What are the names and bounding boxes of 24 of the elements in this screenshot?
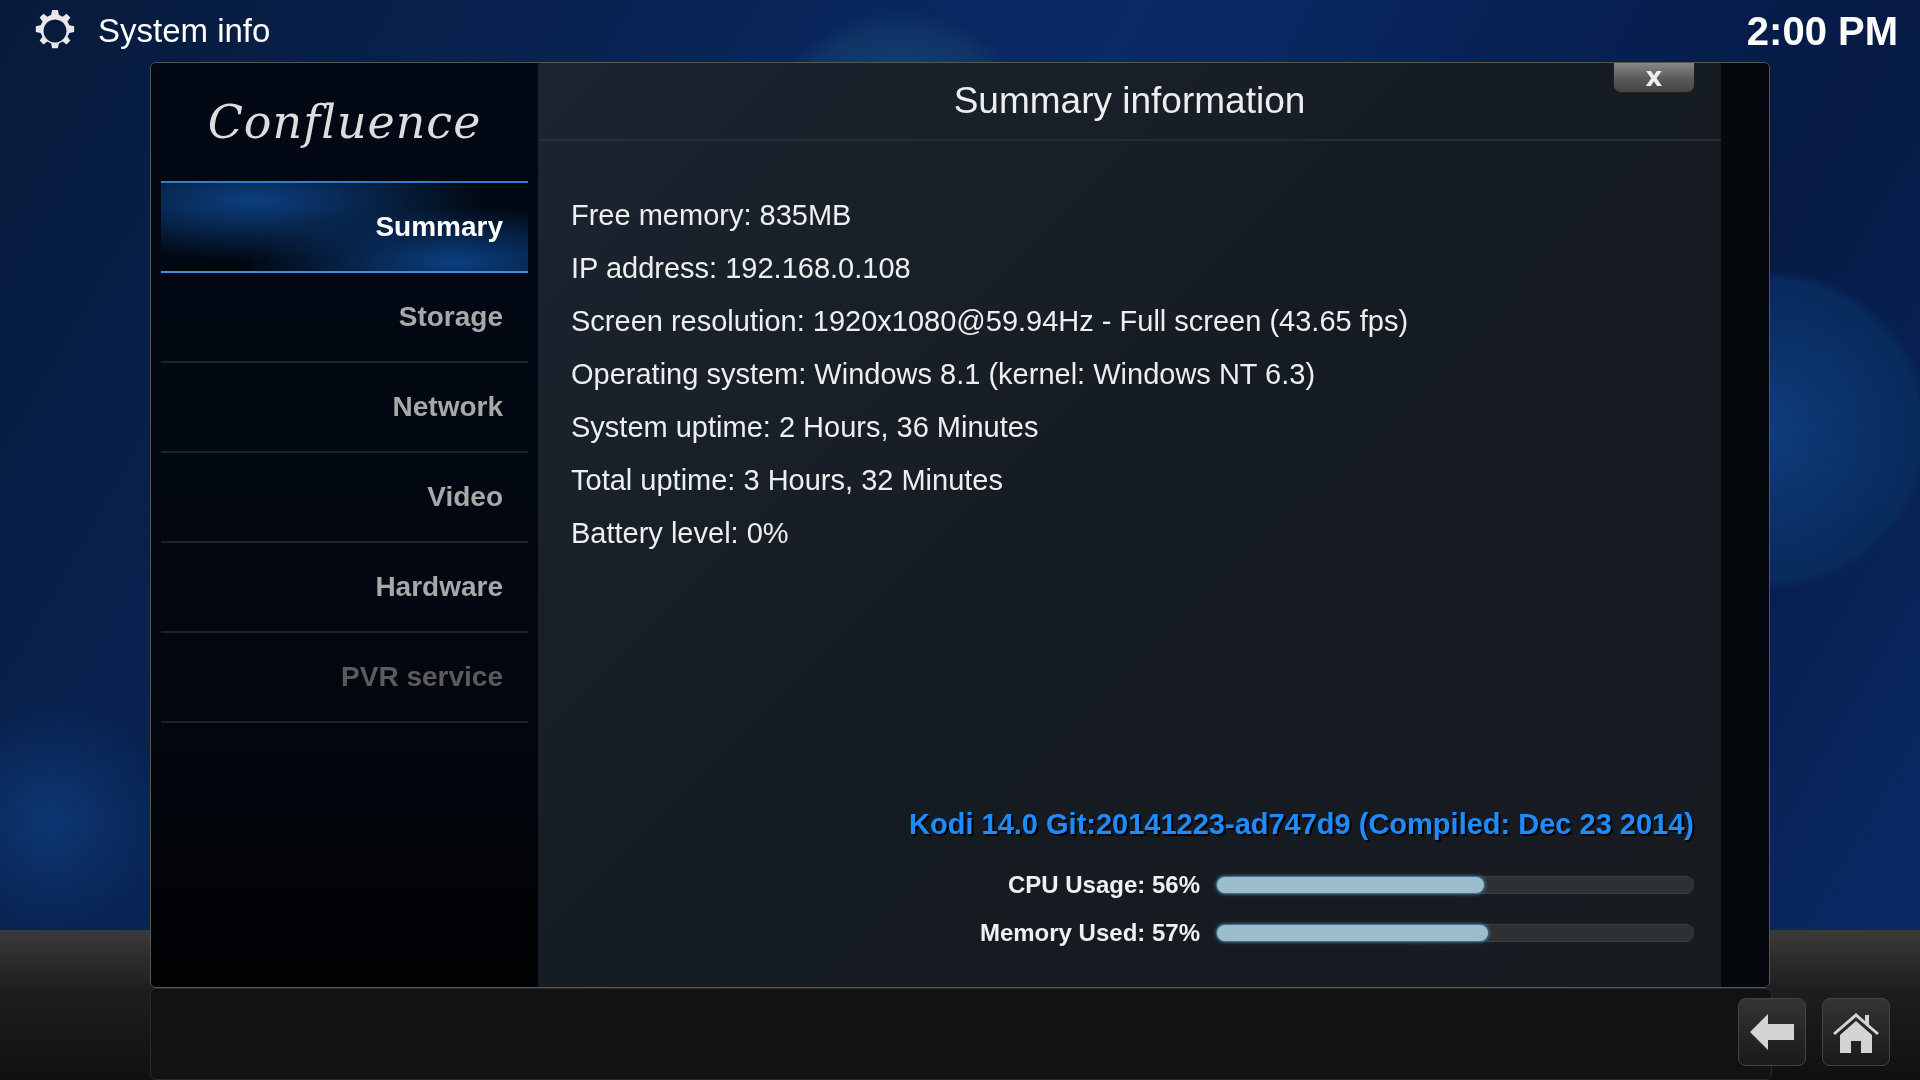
back-button[interactable]: [1738, 998, 1806, 1066]
info-line: IP address: 192.168.0.108: [571, 251, 912, 286]
back-arrow-icon: [1750, 1014, 1794, 1050]
info-line: Screen resolution: 1920x1080@59.94Hz - Full screen (43.65 fps): [571, 304, 1410, 339]
info-line: Free memory: 835MB: [571, 198, 853, 233]
meter-label: CPU Usage: 56%: [1007, 871, 1200, 899]
logo: Confluence: [206, 94, 483, 151]
info-line: System uptime: 2 Hours, 36 Minutes: [571, 410, 1040, 445]
close-button[interactable]: x: [1613, 63, 1695, 93]
clock: 2:00 PM: [1746, 8, 1898, 54]
info-line: Operating system: Windows 8.1 (kernel: Windows NT 6.3): [571, 357, 1317, 392]
sidebar-item[interactable]: Network: [161, 363, 528, 453]
home-icon: [1833, 1011, 1879, 1053]
home-button[interactable]: [1822, 998, 1890, 1066]
version-text: Kodi 14.0 Git:20141223-ad747d9 (Compiled: Dec 23 2014): [908, 808, 1695, 841]
sidebar-item[interactable]: Storage: [161, 273, 528, 363]
window-title: System info: [98, 12, 271, 50]
sidebar-item[interactable]: Video: [161, 453, 528, 543]
dialog-title: Summary information: [953, 80, 1306, 122]
info-line: Total uptime: 3 Hours, 32 Minutes: [571, 463, 1004, 498]
sidebar-item[interactable]: Hardware: [161, 543, 528, 633]
meter-label: Memory Used: 57%: [979, 919, 1200, 947]
info-line: Battery level: 0%: [571, 516, 790, 551]
sidebar-item[interactable]: Summary: [161, 181, 528, 273]
